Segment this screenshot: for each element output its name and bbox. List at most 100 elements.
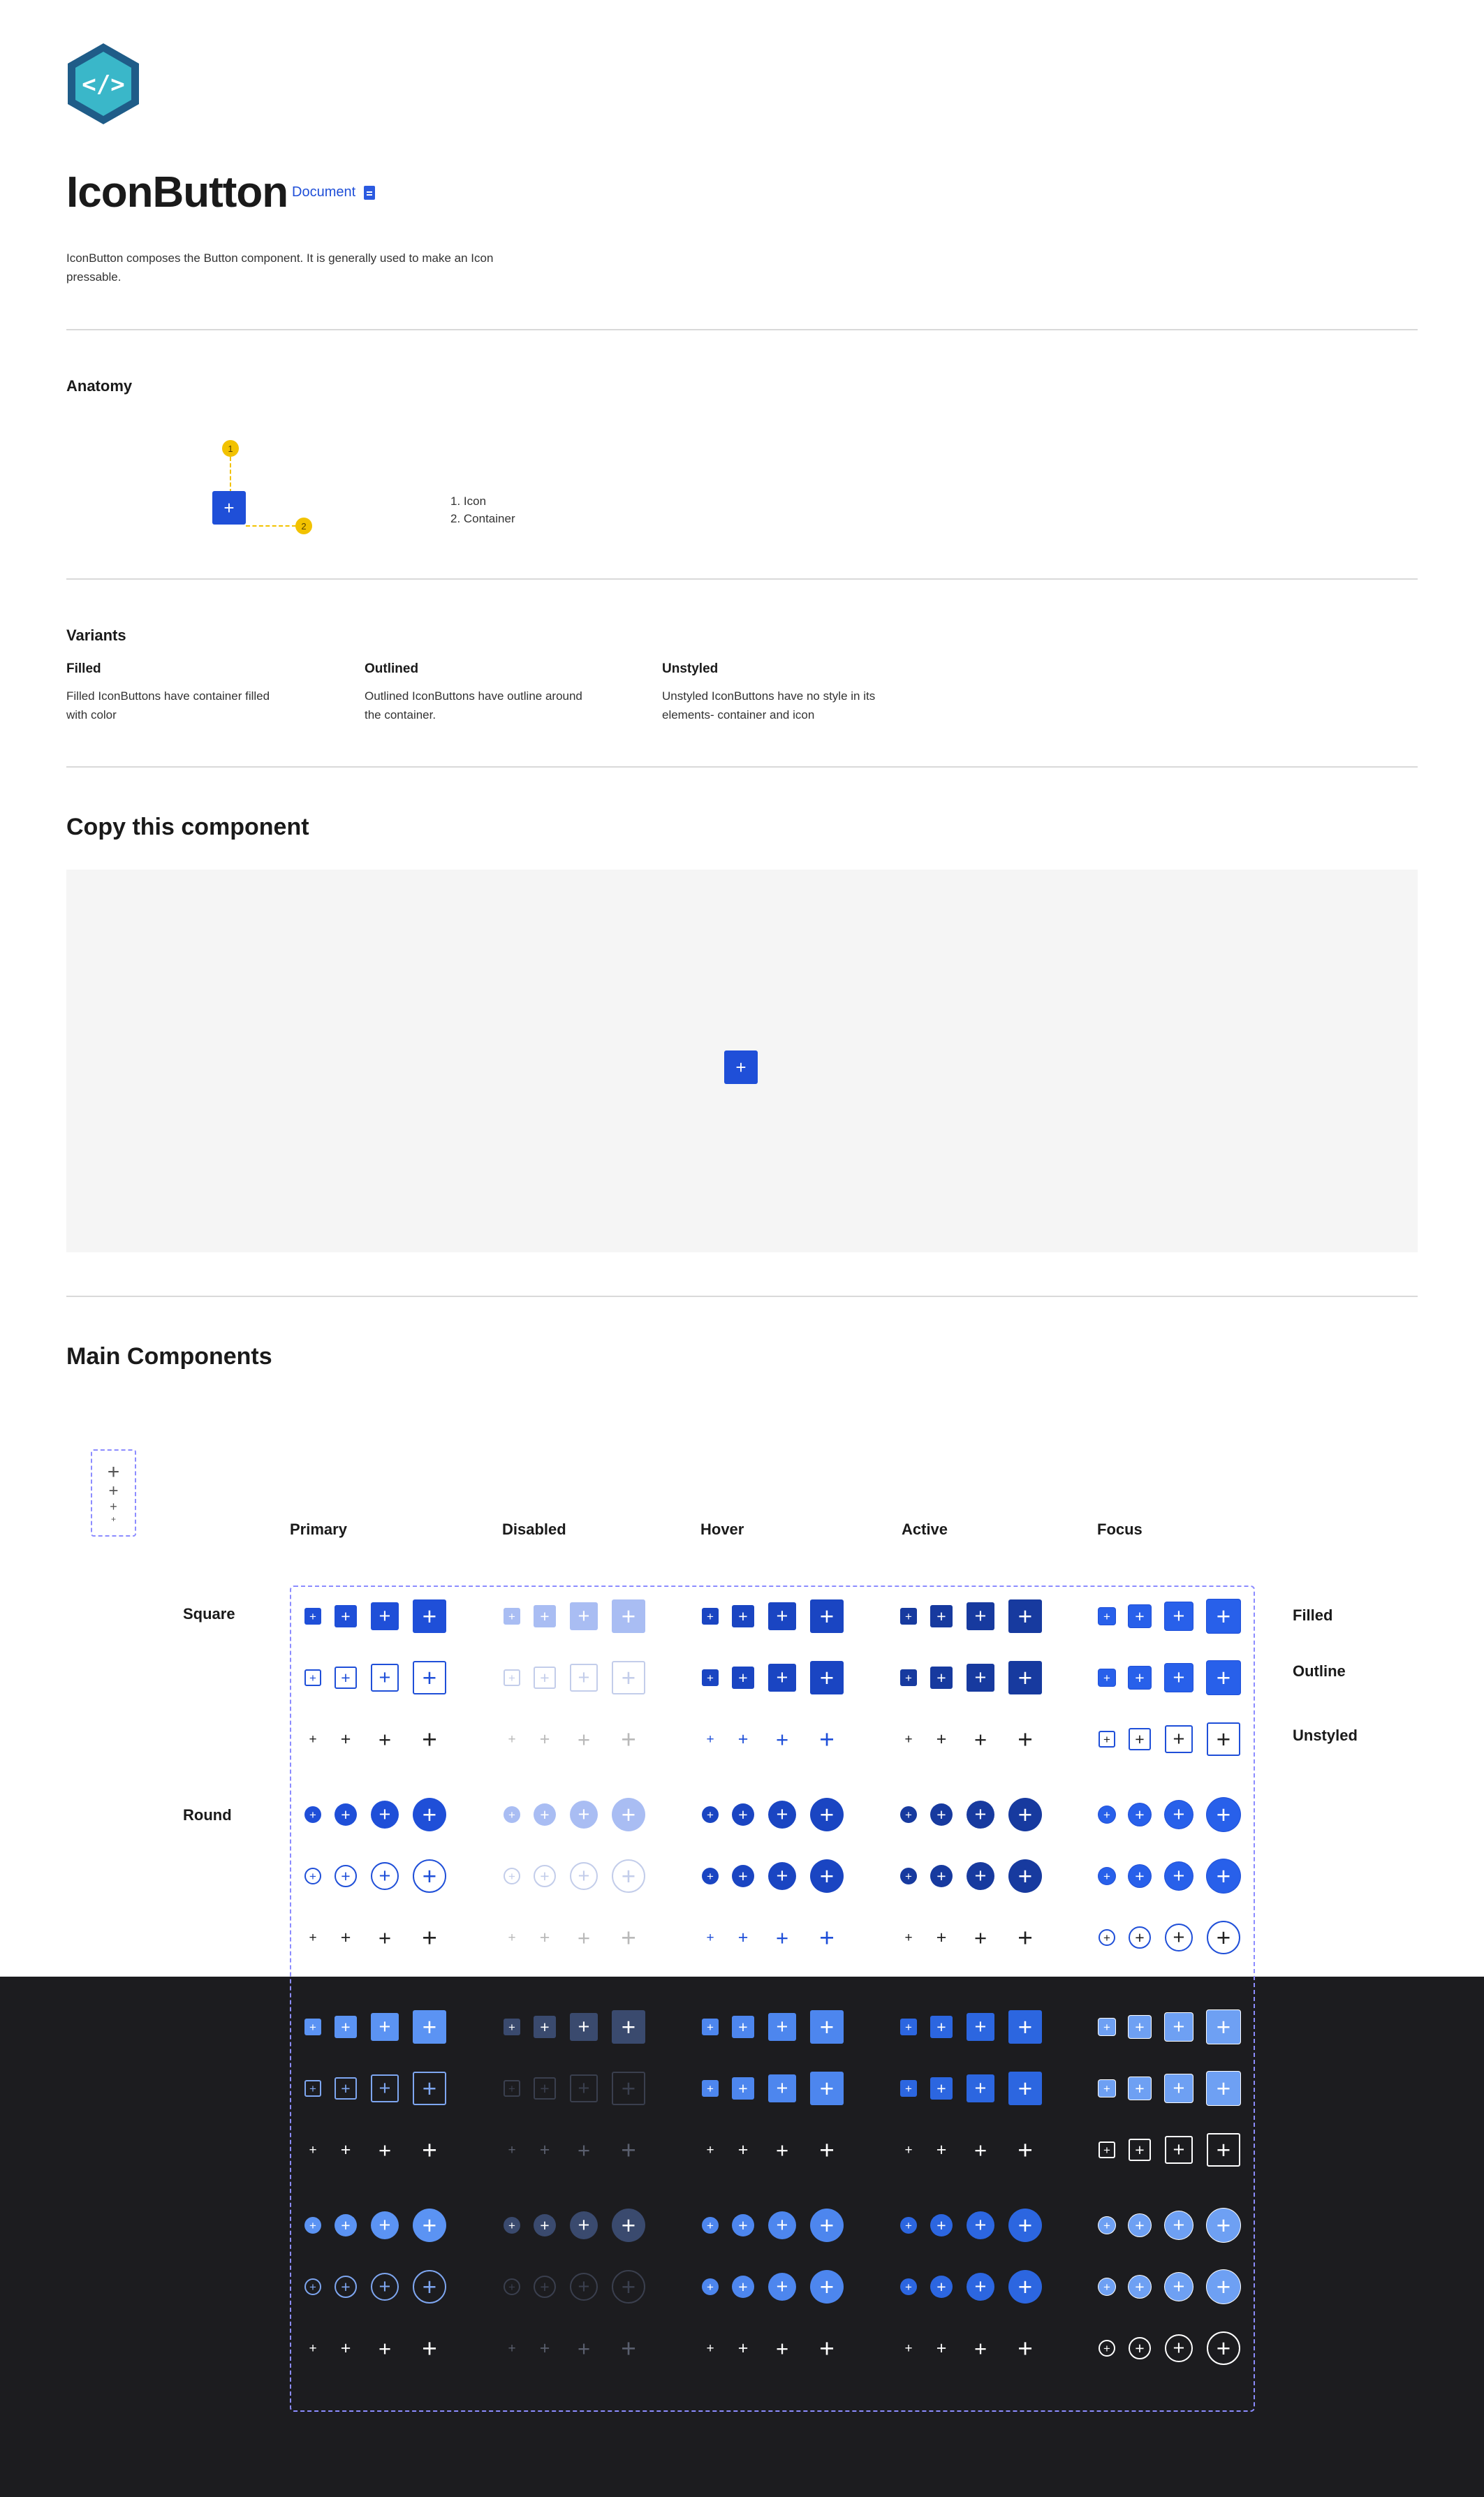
icon-button-outline-hover[interactable]: +	[732, 2276, 754, 2298]
icon-button-outline-hover[interactable]: +	[768, 1862, 796, 1890]
icon-button-outline-primary[interactable]: +	[371, 1664, 399, 1692]
icon-button-filled-disabled[interactable]: +	[612, 1798, 645, 1831]
icon-button-filled-primary[interactable]: +	[413, 1798, 446, 1831]
icon-button-outline-primary[interactable]: +	[371, 2074, 399, 2102]
icon-button-outline-disabled[interactable]: +	[504, 2278, 520, 2295]
icon-button-outline-focus[interactable]: +	[1099, 2080, 1115, 2097]
icon-button-filled-primary[interactable]: +	[335, 1605, 357, 1627]
icon-button-unstyled-primary[interactable]: +	[304, 1731, 321, 1748]
icon-button-outline-primary[interactable]: +	[335, 2276, 357, 2298]
icon-button-filled-disabled[interactable]: +	[504, 2019, 520, 2035]
icon-button-outline-active[interactable]: +	[1008, 2072, 1042, 2105]
icon-button-filled-disabled[interactable]: +	[570, 1602, 598, 1630]
icon-button-unstyled-active[interactable]: +	[967, 2334, 994, 2362]
icon-button-outline-hover[interactable]: +	[732, 1865, 754, 1887]
icon-button-unstyled-active[interactable]: +	[900, 1731, 917, 1748]
icon-button-unstyled-primary[interactable]: +	[335, 1926, 357, 1949]
icon-button-outline-focus[interactable]: +	[1099, 1868, 1115, 1884]
icon-button-outline-focus[interactable]: +	[1207, 2270, 1240, 2304]
icon-button-filled-disabled[interactable]: +	[504, 1608, 520, 1625]
icon-button-unstyled-disabled[interactable]: +	[570, 1924, 598, 1952]
icon-button-unstyled-hover[interactable]: +	[702, 2141, 719, 2158]
icon-button-outline-active[interactable]: +	[930, 2077, 953, 2100]
icon-button-outline-hover[interactable]: +	[810, 2072, 844, 2105]
icon-button-unstyled-primary[interactable]: +	[335, 2337, 357, 2359]
icon-button-filled-active[interactable]: +	[967, 2211, 994, 2239]
icon-button-filled-hover[interactable]: +	[810, 2209, 844, 2242]
icon-button-filled-primary[interactable]: +	[335, 2214, 357, 2236]
icon-button-unstyled-disabled[interactable]: +	[612, 1722, 645, 1756]
icon-button-outline-disabled[interactable]: +	[570, 2273, 598, 2301]
icon-button-filled-disabled[interactable]: +	[534, 1605, 556, 1627]
icon-button-unstyled-focus[interactable]: +	[1207, 2331, 1240, 2365]
icon-button-unstyled-active[interactable]: +	[967, 1725, 994, 1753]
icon-button-outline-disabled[interactable]: +	[504, 1669, 520, 1686]
icon-button-filled-primary[interactable]: +	[413, 2209, 446, 2242]
icon-button-outline-primary[interactable]: +	[335, 1865, 357, 1887]
icon-button-outline-primary[interactable]: +	[413, 2270, 446, 2304]
icon-button-outline-primary[interactable]: +	[413, 1859, 446, 1893]
icon-button-unstyled-focus[interactable]: +	[1165, 2334, 1193, 2362]
icon-button-filled-primary[interactable]: +	[371, 1602, 399, 1630]
icon-button-unstyled-focus[interactable]: +	[1165, 2136, 1193, 2164]
icon-button-filled-focus[interactable]: +	[1207, 1798, 1240, 1831]
icon-button-filled-primary[interactable]: +	[335, 1803, 357, 1826]
icon-button-outline-primary[interactable]: +	[371, 1862, 399, 1890]
icon-button-unstyled-active[interactable]: +	[1008, 2133, 1042, 2167]
icon-button-outline-primary[interactable]: +	[304, 2278, 321, 2295]
icon-button-unstyled-focus[interactable]: +	[1099, 2141, 1115, 2158]
icon-button-outline-focus[interactable]: +	[1129, 1667, 1151, 1689]
icon-button-filled-focus[interactable]: +	[1165, 1801, 1193, 1829]
icon-button-outline-disabled[interactable]: +	[570, 2074, 598, 2102]
icon-button-filled-hover[interactable]: +	[768, 2013, 796, 2041]
icon-button-outline-primary[interactable]: +	[371, 2273, 399, 2301]
icon-button-outline-active[interactable]: +	[967, 1664, 994, 1692]
icon-button-outline-active[interactable]: +	[967, 1862, 994, 1890]
icon-button-unstyled-disabled[interactable]: +	[504, 2340, 520, 2357]
icon-button-unstyled-primary[interactable]: +	[304, 1929, 321, 1946]
icon-button-outline-hover[interactable]: +	[732, 2077, 754, 2100]
icon-button-filled-primary[interactable]: +	[335, 2016, 357, 2038]
icon-button-unstyled-primary[interactable]: +	[335, 2139, 357, 2161]
icon-button-unstyled-hover[interactable]: +	[702, 1731, 719, 1748]
icon-button-outline-focus[interactable]: +	[1129, 2276, 1151, 2298]
icon-button-filled-hover[interactable]: +	[768, 1801, 796, 1829]
icon-button-filled-hover[interactable]: +	[702, 2217, 719, 2234]
icon-button-filled-focus[interactable]: +	[1207, 2010, 1240, 2044]
icon-button-outline-active[interactable]: +	[900, 2080, 917, 2097]
icon-button-filled-hover[interactable]: +	[810, 1599, 844, 1633]
icon-button-outline-focus[interactable]: +	[1165, 2074, 1193, 2102]
icon-button-outline-disabled[interactable]: +	[504, 1868, 520, 1884]
icon-button-unstyled-disabled[interactable]: +	[534, 1926, 556, 1949]
icon-button-filled-active[interactable]: +	[967, 1801, 994, 1829]
document-link[interactable]: Document	[292, 184, 376, 200]
icon-button-filled-disabled[interactable]: +	[612, 1599, 645, 1633]
icon-button-outline-hover[interactable]: +	[702, 2278, 719, 2295]
icon-button-unstyled-disabled[interactable]: +	[612, 2331, 645, 2365]
icon-button-unstyled-focus[interactable]: +	[1129, 2337, 1151, 2359]
icon-button-filled-hover[interactable]: +	[768, 1602, 796, 1630]
icon-button-filled-primary[interactable]: +	[304, 1608, 321, 1625]
icon-button-outline-hover[interactable]: +	[768, 2273, 796, 2301]
icon-button-unstyled-disabled[interactable]: +	[534, 1728, 556, 1750]
icon-button-filled-disabled[interactable]: +	[534, 2214, 556, 2236]
icon-button-outline-disabled[interactable]: +	[534, 2276, 556, 2298]
icon-button-outline-disabled[interactable]: +	[534, 1865, 556, 1887]
icon-button-unstyled-focus[interactable]: +	[1129, 1728, 1151, 1750]
icon-button-unstyled-focus[interactable]: +	[1207, 1722, 1240, 1756]
icon-button-unstyled-active[interactable]: +	[900, 2141, 917, 2158]
icon-button-filled-disabled[interactable]: +	[534, 2016, 556, 2038]
icon-button-outline-disabled[interactable]: +	[612, 1859, 645, 1893]
icon-button-outline-primary[interactable]: +	[413, 2072, 446, 2105]
icon-button-filled-hover[interactable]: +	[702, 1608, 719, 1625]
icon-button-outline-active[interactable]: +	[1008, 1661, 1042, 1694]
icon-button-filled-focus[interactable]: +	[1129, 2214, 1151, 2236]
icon-button-filled-focus[interactable]: +	[1099, 2217, 1115, 2234]
icon-button-filled-primary[interactable]: +	[371, 1801, 399, 1829]
icon-button-outline-hover[interactable]: +	[810, 1661, 844, 1694]
icon-button-unstyled-primary[interactable]: +	[304, 2141, 321, 2158]
icon-button-outline-hover[interactable]: +	[702, 2080, 719, 2097]
icon-button-unstyled-primary[interactable]: +	[413, 1722, 446, 1756]
icon-button-unstyled-active[interactable]: +	[1008, 1921, 1042, 1954]
icon-button-outline-active[interactable]: +	[967, 2074, 994, 2102]
